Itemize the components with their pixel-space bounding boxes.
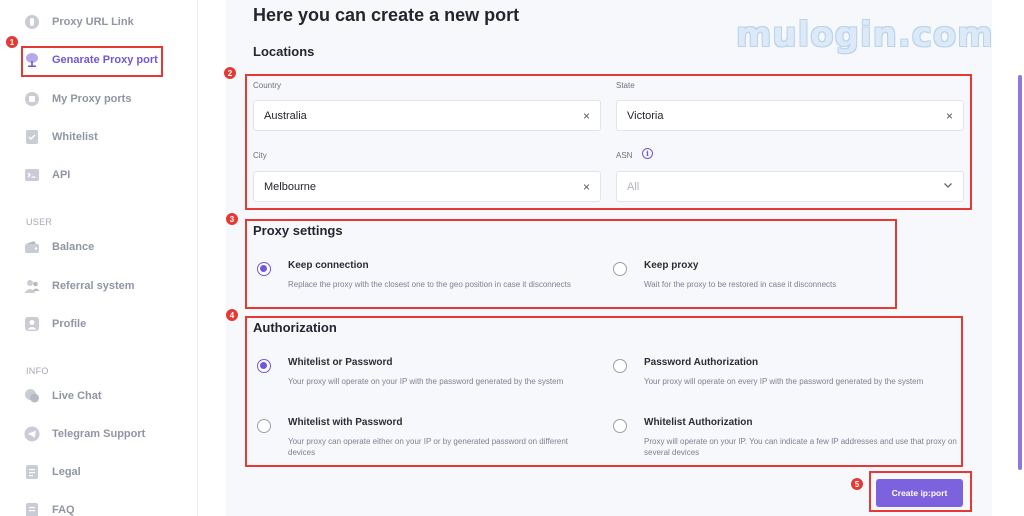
sidebar-item-label: Legal [52, 466, 81, 478]
wallet-icon [24, 239, 40, 255]
sidebar-item-label: Balance [52, 241, 95, 253]
highlight-proxy-settings [245, 219, 897, 309]
highlight-authorization [245, 316, 963, 467]
sidebar-item-label: My Proxy ports [52, 93, 132, 105]
sidebar-item-label: Proxy URL Link [52, 16, 134, 28]
sidebar-item-legal[interactable]: Legal [24, 462, 81, 482]
legal-doc-icon [24, 464, 40, 480]
highlight-generate-proxy-port [21, 46, 163, 77]
sidebar-item-label: Profile [52, 318, 87, 330]
watermark-text: mulogin.com [736, 15, 994, 55]
scrollbar-thumb[interactable] [1018, 75, 1022, 470]
sidebar-item-referral-system[interactable]: Referral system [24, 276, 135, 296]
api-terminal-icon [24, 167, 40, 183]
sidebar-item-label: FAQ [52, 504, 75, 516]
sidebar-item-my-proxy-ports[interactable]: My Proxy ports [24, 89, 131, 109]
annotation-badge-4: 4 [225, 308, 239, 322]
sidebar-item-label: Telegram Support [52, 428, 146, 440]
highlight-create-button [869, 471, 972, 512]
locations-heading: Locations [253, 44, 315, 59]
sidebar-item-whitelist[interactable]: Whitelist [24, 127, 98, 147]
sidebar-item-label: Whitelist [52, 131, 98, 143]
annotation-badge-2: 2 [223, 66, 237, 80]
proxy-link-icon [24, 14, 40, 30]
sidebar: Proxy URL Link Genarate Proxy port My Pr… [0, 0, 198, 516]
profile-icon [24, 316, 40, 332]
sidebar-item-profile[interactable]: Profile [24, 314, 86, 334]
section-label-info: INFO [26, 366, 49, 376]
sidebar-item-label: Live Chat [52, 390, 102, 402]
telegram-icon [24, 426, 40, 442]
proxy-ports-icon [24, 91, 40, 107]
sidebar-item-faq[interactable]: FAQ [24, 500, 75, 516]
sidebar-item-label: API [52, 169, 71, 181]
sidebar-item-api[interactable]: API [24, 165, 70, 185]
sidebar-item-proxy-url-link[interactable]: Proxy URL Link [24, 12, 134, 32]
sidebar-item-telegram-support[interactable]: Telegram Support [24, 424, 145, 444]
sidebar-item-label: Referral system [52, 280, 135, 292]
users-icon [24, 278, 40, 294]
annotation-badge-5: 5 [850, 477, 864, 491]
section-label-user: USER [26, 217, 53, 227]
sidebar-item-balance[interactable]: Balance [24, 237, 94, 257]
whitelist-icon [24, 129, 40, 145]
faq-icon [24, 502, 40, 516]
highlight-locations [245, 74, 972, 210]
sidebar-item-live-chat[interactable]: Live Chat [24, 386, 102, 406]
annotation-badge-3: 3 [225, 212, 239, 226]
annotation-badge-1: 1 [5, 35, 19, 49]
page-title: Here you can create a new port [253, 5, 520, 25]
chat-icon [24, 388, 40, 404]
